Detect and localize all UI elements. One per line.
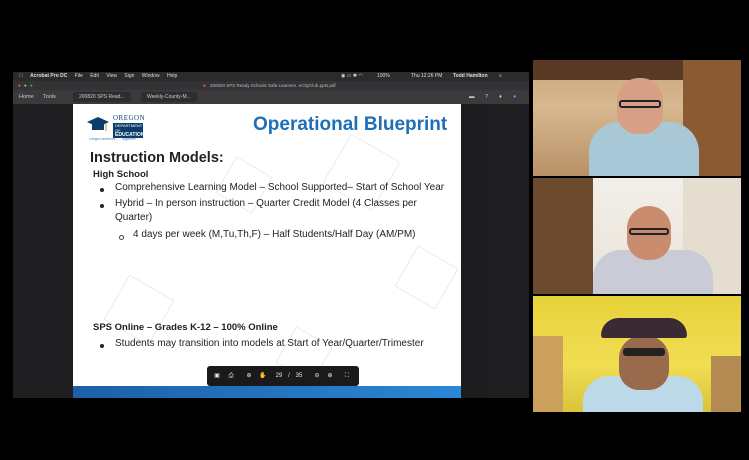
participant-video-3[interactable] xyxy=(533,296,741,412)
bullet-hybrid-cont: Quarter) xyxy=(115,212,153,223)
fit-page-icon[interactable]: ⛶ xyxy=(341,366,353,386)
menu-app-name[interactable]: Acrobat Pro DC xyxy=(30,73,67,79)
wood-cabinet xyxy=(533,178,593,294)
apple-icon[interactable]:  xyxy=(19,73,23,79)
user-name[interactable]: Todd Hamilton xyxy=(453,72,488,81)
comment-icon[interactable]: ▬ xyxy=(469,90,475,104)
menu-help[interactable]: Help xyxy=(167,73,177,79)
participant-video-1[interactable] xyxy=(533,60,741,176)
menu-edit[interactable]: Edit xyxy=(90,73,99,79)
bell-icon[interactable]: ♦ xyxy=(499,90,502,104)
menu-file[interactable]: File xyxy=(75,73,83,79)
menu-view[interactable]: View xyxy=(106,73,117,79)
bullet-hybrid: Hybrid – In person instruction – Quarter… xyxy=(115,198,417,209)
slide-footer-bar xyxy=(73,386,461,398)
sub-bullet-days: 4 days per week (M,Tu,Th,F) – Half Stude… xyxy=(133,229,416,240)
close-window-icon[interactable]: ● xyxy=(18,81,21,90)
pdf-icon: ■ xyxy=(203,83,206,88)
mac-menubar:  Acrobat Pro DC File Edit View Sign Win… xyxy=(13,72,529,81)
page-nav-bar: ▣ ⎙ ⊕ ✋ 29 / 35 ⊖ ⊕ ⛶ xyxy=(207,366,359,386)
bullet-dot xyxy=(100,344,104,348)
tools-tab[interactable]: Tools xyxy=(43,90,56,104)
minimize-window-icon[interactable]: ● xyxy=(24,81,27,90)
acrobat-toolbar: Home Tools 200820 SPS Read... Weekly-Cou… xyxy=(13,90,529,104)
section-heading: Instruction Models: xyxy=(90,150,224,166)
shared-screen:  Acrobat Pro DC File Edit View Sign Win… xyxy=(13,72,529,398)
hat-icon xyxy=(601,318,687,338)
page-total: 35 xyxy=(295,373,303,379)
slide-title: Operational Blueprint xyxy=(253,114,448,135)
logo-tagline: Oregon achieves . . . together! xyxy=(89,137,137,141)
hex-decoration xyxy=(394,245,459,310)
save-icon[interactable]: ▣ xyxy=(211,366,223,386)
help-icon[interactable]: ? xyxy=(485,90,488,104)
graduation-cap-icon xyxy=(87,117,109,131)
participant-face xyxy=(619,336,669,390)
battery-text: 100% xyxy=(377,73,390,79)
hex-decoration xyxy=(103,274,175,346)
bullet-dot xyxy=(100,188,104,192)
print-icon[interactable]: ⎙ xyxy=(225,366,237,386)
zoom-in-icon[interactable]: ⊕ xyxy=(324,366,336,386)
doc-tab-1[interactable]: 200820 SPS Read... xyxy=(73,92,131,102)
search-icon[interactable]: ⌕ xyxy=(499,72,502,81)
sub-bullet-circle xyxy=(119,235,124,240)
status-icons: ◉ ▭ ✱ ◠ xyxy=(341,73,363,79)
slide-page: OREGON DEPARTMENT OF EDUCATION Oregon ac… xyxy=(73,104,461,398)
zoom-out-icon[interactable]: ⊖ xyxy=(311,366,323,386)
sunglasses-icon xyxy=(623,348,665,356)
glasses-icon xyxy=(619,100,661,108)
zoom-window-icon[interactable]: ● xyxy=(30,81,33,90)
participant-video-2[interactable] xyxy=(533,178,741,294)
right-pane xyxy=(489,104,529,398)
account-icon[interactable]: ● xyxy=(513,90,516,104)
menu-window[interactable]: Window xyxy=(142,73,160,79)
logo-department: DEPARTMENT OF EDUCATION xyxy=(113,123,144,138)
clock-text: Thu 12:26 PM xyxy=(411,73,443,79)
bullet-transition: Students may transition into models at S… xyxy=(115,338,424,349)
window-title: 200820 SPS Ready Schools Safe Learners. … xyxy=(210,83,336,88)
hand-tool-icon[interactable]: ✋ xyxy=(257,366,269,386)
glasses-icon xyxy=(629,228,669,235)
ode-logo: OREGON DEPARTMENT OF EDUCATION Oregon ac… xyxy=(87,112,159,144)
page-number-input[interactable]: 29 xyxy=(273,366,285,386)
bullet-dot xyxy=(100,204,104,208)
home-tab[interactable]: Home xyxy=(19,90,34,104)
window-titlebar: ● ● ● ■ 200820 SPS Ready Schools Safe Le… xyxy=(13,81,529,90)
bullet-comprehensive: Comprehensive Learning Model – School Su… xyxy=(115,182,445,193)
doc-tab-2[interactable]: Weekly-County-M... xyxy=(141,92,197,102)
sps-online-heading: SPS Online – Grades K-12 – 100% Online xyxy=(93,322,278,333)
upload-icon[interactable]: ⊕ xyxy=(243,366,255,386)
wall-decor xyxy=(711,356,741,412)
wall-decor xyxy=(533,336,563,412)
logo-oregon: OREGON xyxy=(113,114,146,122)
subheading-high-school: High School xyxy=(93,169,149,180)
left-pane xyxy=(13,104,73,398)
menu-sign[interactable]: Sign xyxy=(124,73,134,79)
page-separator: / xyxy=(288,373,290,379)
